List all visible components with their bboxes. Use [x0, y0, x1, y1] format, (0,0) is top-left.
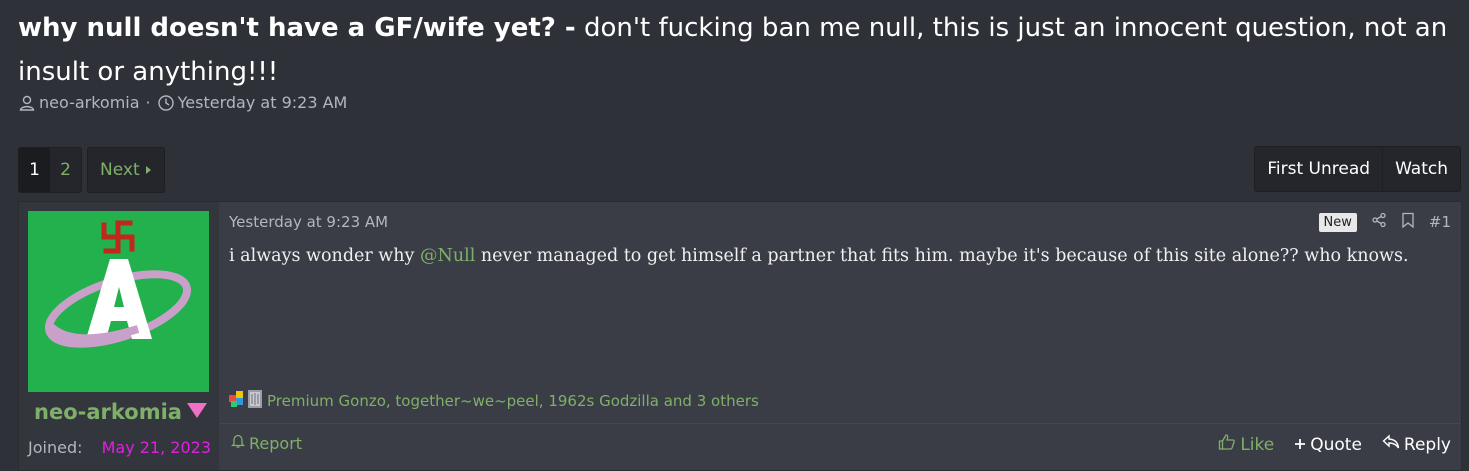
post-username-text: neo-arkomia: [34, 400, 182, 424]
post-user-column: neo-arkomia Joined: May 21, 2023: [19, 202, 219, 470]
post-text-after: never managed to get himself a partner t…: [475, 246, 1409, 266]
share-icon[interactable]: [1371, 212, 1387, 232]
reply-label: Reply: [1403, 434, 1451, 455]
post-username[interactable]: neo-arkomia: [34, 400, 208, 424]
reactions-text: Premium Gonzo, together~we~peel, 1962s G…: [267, 392, 759, 410]
post-actions: Like Quote Reply: [1218, 433, 1451, 456]
post-date[interactable]: Yesterday at 9:23 AM: [229, 213, 388, 231]
reactions-bar[interactable]: Premium Gonzo, together~we~peel, 1962s G…: [227, 389, 759, 413]
user-icon: [18, 94, 36, 112]
report-label: Report: [249, 433, 303, 453]
post: neo-arkomia Joined: May 21, 2023 Yesterd…: [18, 201, 1462, 471]
quote-label: Quote: [1310, 434, 1362, 455]
avatar[interactable]: [28, 211, 209, 392]
post-body: Yesterday at 9:23 AM New #1 i always won…: [219, 202, 1461, 470]
like-button[interactable]: Like: [1218, 433, 1274, 456]
reply-button[interactable]: Reply: [1382, 433, 1451, 456]
post-message: i always wonder why @Null never managed …: [229, 246, 1409, 266]
triangle-down-icon: [186, 400, 208, 424]
plus-icon: [1294, 435, 1306, 455]
reaction-icons: [227, 389, 263, 413]
like-label: Like: [1240, 434, 1275, 455]
joined-label: Joined:: [28, 438, 83, 457]
thread-meta: neo-arkomia · Yesterday at 9:23 AM: [18, 93, 347, 112]
bell-icon: [230, 433, 246, 453]
joined-info: Joined: May 21, 2023: [28, 438, 211, 457]
first-unread-button[interactable]: First Unread: [1255, 147, 1382, 191]
next-page-label: Next: [100, 160, 140, 180]
reply-arrow-icon: [1382, 434, 1400, 455]
bookmark-icon[interactable]: [1401, 212, 1415, 232]
meta-separator: ·: [145, 93, 151, 112]
thread-title-prefix: why null doesn't have a GF/wife yet? -: [18, 13, 576, 43]
thread-author-link[interactable]: neo-arkomia: [39, 93, 140, 112]
new-badge: New: [1318, 212, 1357, 232]
post-tools: New #1: [1318, 212, 1451, 232]
thread-actions: First Unread Watch: [1254, 146, 1461, 192]
mention-link[interactable]: @Null: [420, 246, 475, 266]
clock-icon: [157, 94, 175, 112]
thread-title: why null doesn't have a GF/wife yet? - d…: [18, 6, 1448, 94]
pagination: 1 2 Next: [18, 147, 165, 193]
quote-button[interactable]: Quote: [1294, 433, 1362, 456]
caret-right-icon: [145, 160, 152, 180]
page-2-button[interactable]: 2: [50, 148, 81, 192]
post-text-before: i always wonder why: [229, 246, 421, 266]
reaction-puzzle-icon: [227, 389, 247, 413]
report-button[interactable]: Report: [230, 433, 303, 453]
thread-date[interactable]: Yesterday at 9:23 AM: [178, 93, 348, 112]
next-page-button[interactable]: Next: [87, 147, 165, 193]
joined-date: May 21, 2023: [101, 438, 211, 457]
post-footer: Report Like Quote Reply: [219, 423, 1461, 463]
thumbs-up-icon: [1218, 433, 1236, 456]
watch-button[interactable]: Watch: [1382, 147, 1460, 191]
post-number-link[interactable]: #1: [1429, 213, 1451, 231]
page-1-button[interactable]: 1: [19, 148, 50, 192]
reaction-image-icon: [247, 389, 263, 413]
page-number-group: 1 2: [18, 147, 82, 193]
